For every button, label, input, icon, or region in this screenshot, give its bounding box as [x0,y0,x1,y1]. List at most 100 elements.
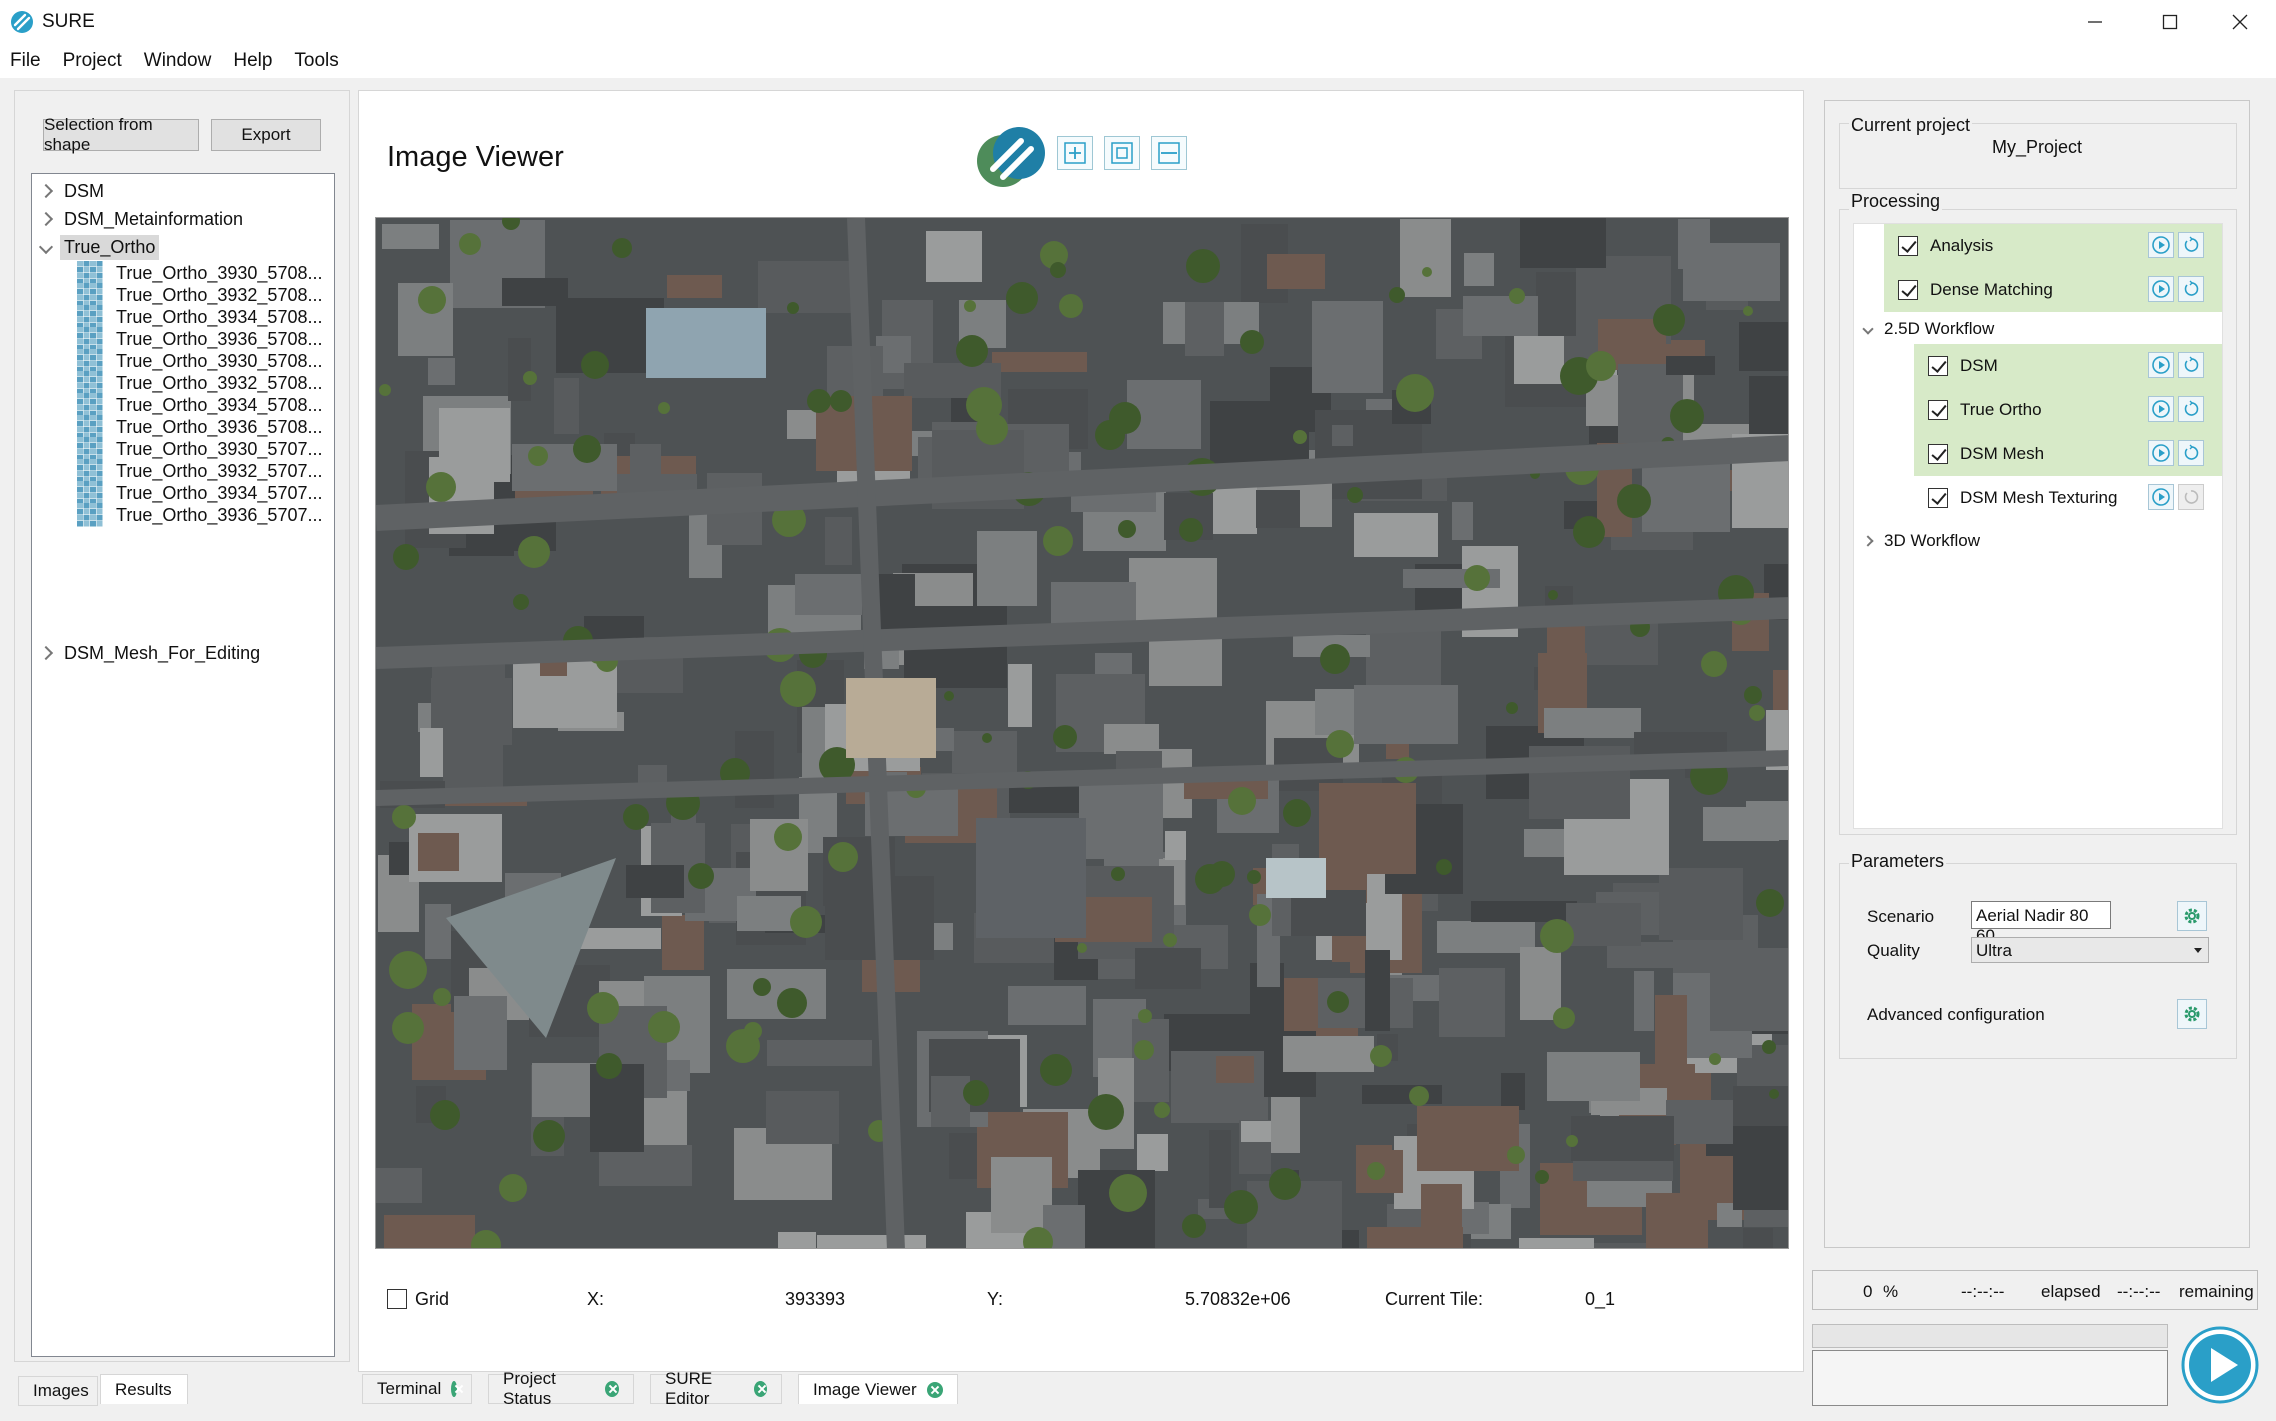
dsm-mesh-texturing-checkbox[interactable] [1928,488,1948,508]
tree-item-label: DSM_Metainformation [64,208,244,229]
tab-results[interactable]: Results [100,1374,188,1404]
progress-percent: 0 [1863,1282,1873,1301]
minimize-button[interactable] [2060,0,2130,44]
menu-help[interactable]: Help [231,48,274,74]
scenario-settings-button[interactable] [2177,901,2207,931]
elapsed-time: --:--:-- [1961,1282,2005,1301]
reset-button[interactable] [2178,232,2204,258]
maximize-button[interactable] [2135,0,2205,44]
quality-select[interactable]: Ultra [1971,937,2209,963]
tree-item-dsm-metainformation[interactable]: DSM_Metainformation [32,204,334,234]
quality-label: Quality [1867,941,1920,960]
play-button[interactable] [2148,484,2174,510]
workflow-label: 3D Workflow [1884,531,1981,550]
reset-button[interactable] [2178,396,2204,422]
true-ortho-checkbox[interactable] [1928,400,1948,420]
parameters-label: Parameters [1849,851,1947,872]
grid-label: Grid [415,1289,450,1309]
close-tab-icon[interactable] [451,1381,457,1397]
play-button[interactable] [2148,232,2174,258]
step-label: DSM Mesh [1960,444,2045,463]
chevron-down-icon[interactable] [38,239,54,255]
dense-matching-checkbox[interactable] [1898,280,1918,300]
scenario-field[interactable]: Aerial Nadir 80 60 [1971,901,2111,945]
play-icon [2152,356,2170,374]
tree-item-label: True_Ortho [60,234,160,260]
analysis-checkbox[interactable] [1898,236,1918,256]
project-name: My_Project [1991,137,2083,157]
y-label: Y: [987,1289,1004,1309]
zoom-in-button[interactable] [1057,136,1093,170]
step-dsm: DSM [1914,344,2222,388]
reset-button[interactable] [2178,440,2204,466]
play-button[interactable] [2148,396,2174,422]
image-viewer-panel: Image Viewer Grid X: 393393 Y: 5.70832e+… [358,90,1804,1372]
workflow-3d[interactable]: 3D Workflow [1862,526,1981,556]
remaining-label: remaining [2179,1282,2254,1301]
menu-tools[interactable]: Tools [292,48,340,74]
tree-item-dsm-mesh-for-editing[interactable]: DSM_Mesh_For_Editing [32,638,334,668]
tree-item-label: DSM [64,180,104,201]
close-button[interactable] [2205,0,2275,44]
reset-button-disabled [2178,484,2204,510]
export-button[interactable]: Export [211,119,321,151]
results-panel: Selection from shape Export DSM DSM_Meta… [14,90,350,1362]
selection-from-shape-button[interactable]: Selection from shape [43,115,199,154]
play-button[interactable] [2148,440,2174,466]
current-project-label: Current project [1849,115,1973,136]
page-title: Image Viewer [387,141,564,173]
run-button[interactable] [2180,1324,2260,1406]
chevron-right-icon[interactable] [38,183,54,199]
log-output-box [1812,1350,2168,1406]
step-label: Analysis [1930,236,1994,255]
maximize-icon [2162,14,2178,30]
tab-sure-editor[interactable]: SURE Editor [650,1369,782,1408]
fit-width-button[interactable] [1151,136,1187,170]
menu-file[interactable]: File [8,48,43,74]
tab-project-status[interactable]: Project Status [488,1369,634,1408]
workflow-2-5d[interactable]: 2.5D Workflow [1862,314,1994,344]
x-label: X: [587,1289,605,1309]
gear-icon [2184,908,2200,924]
tree-item-dsm[interactable]: DSM [32,176,334,206]
x-value: 393393 [785,1289,846,1309]
reset-button[interactable] [2178,276,2204,302]
menu-project[interactable]: Project [61,48,124,74]
processing-label: Processing [1849,191,1943,212]
close-tab-icon[interactable] [753,1381,767,1397]
step-dsm-mesh: DSM Mesh [1914,432,2222,476]
play-icon [2152,236,2170,254]
tab-image-viewer[interactable]: Image Viewer [798,1374,958,1404]
close-tab-icon[interactable] [926,1381,943,1398]
chevron-down-icon[interactable] [1862,323,1874,335]
dsm-checkbox[interactable] [1928,356,1948,376]
orthophoto-image[interactable] [375,217,1789,1249]
chevron-right-icon[interactable] [1862,535,1874,547]
tab-terminal[interactable]: Terminal [362,1374,472,1404]
tab-label: SURE Editor [665,1369,713,1408]
play-button[interactable] [2148,276,2174,302]
chevron-right-icon[interactable] [38,645,54,661]
tab-images[interactable]: Images [18,1376,98,1406]
zoom-in-icon [1064,142,1086,164]
fit-view-button[interactable] [1104,136,1140,170]
tab-label: Image Viewer [813,1379,917,1399]
grid-checkbox[interactable] [387,1289,407,1309]
step-true-ortho: True Ortho [1914,388,2222,432]
step-dsm-mesh-texturing: DSM Mesh Texturing [1914,476,2222,520]
tree-item-tile[interactable]: True_Ortho_3936_5707... [32,500,334,530]
play-button[interactable] [2148,352,2174,378]
menu-window[interactable]: Window [142,48,214,74]
tile-grid-icon [77,503,103,527]
dsm-mesh-checkbox[interactable] [1928,444,1948,464]
chevron-right-icon[interactable] [38,211,54,227]
quality-value: Ultra [1976,941,2012,960]
tab-label: Results [115,1379,172,1399]
reset-button[interactable] [2178,352,2204,378]
play-icon [2152,400,2170,418]
close-tab-icon[interactable] [605,1381,619,1397]
advanced-configuration-button[interactable] [2177,999,2207,1029]
elapsed-label: elapsed [2041,1282,2101,1301]
reset-icon [2184,444,2199,460]
play-icon [2152,488,2170,506]
